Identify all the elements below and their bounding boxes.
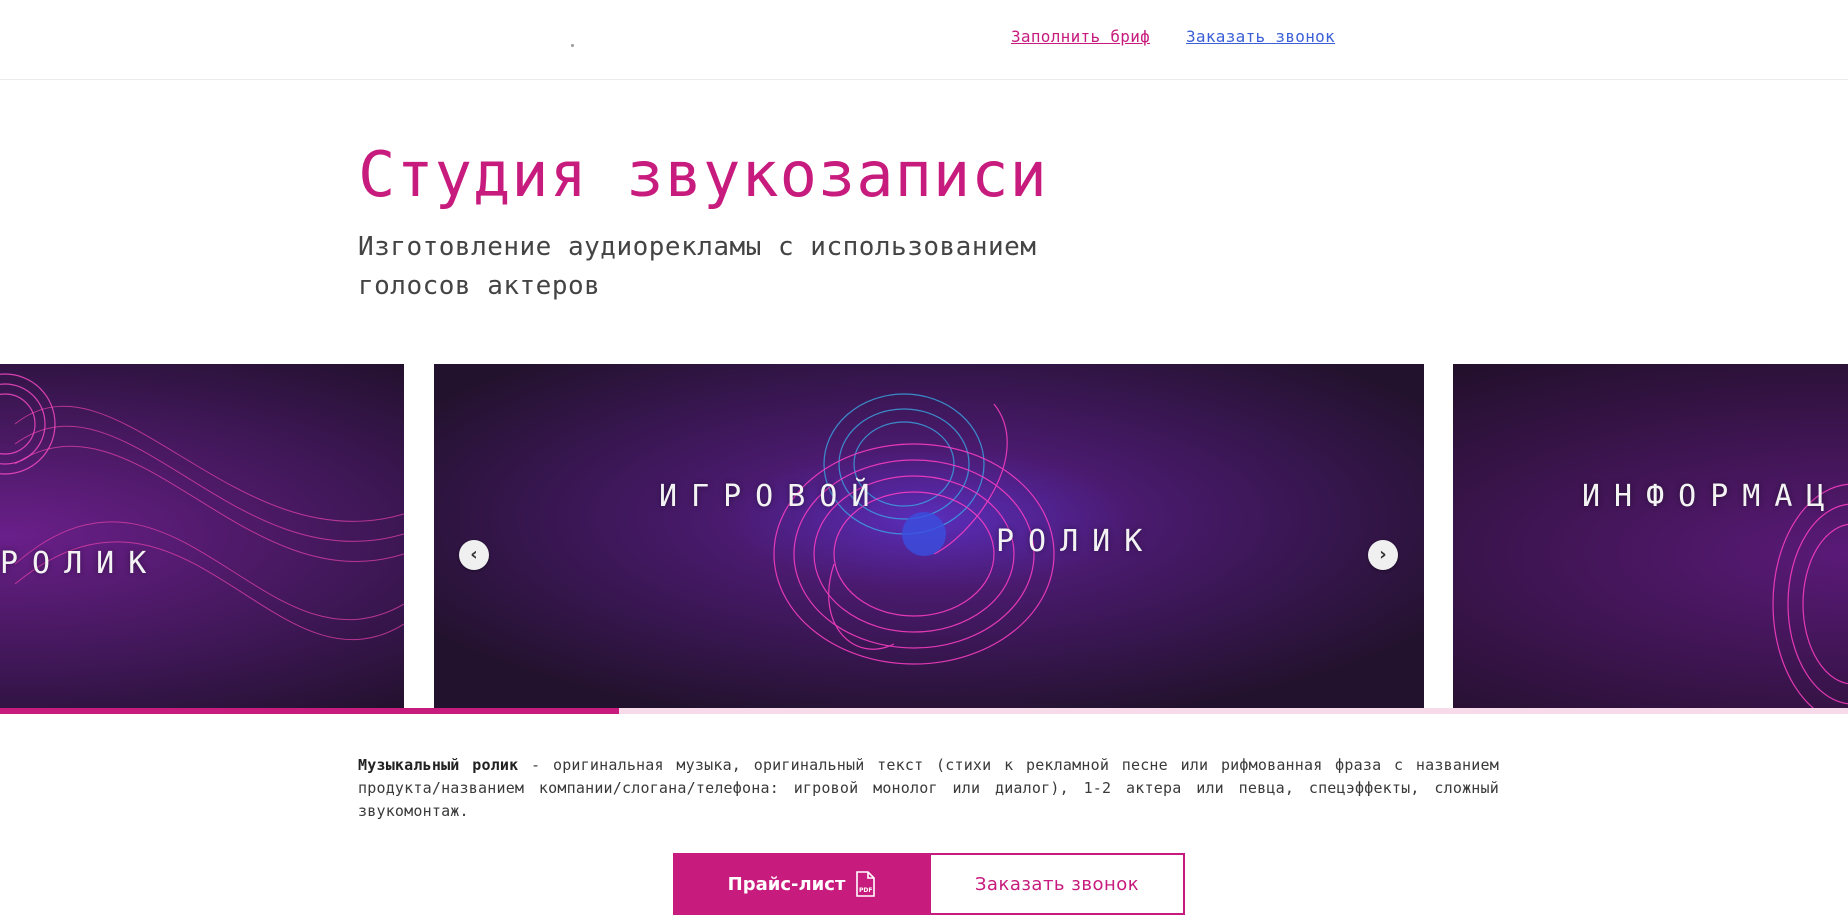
slide-current[interactable]: ИГРОВОЙ РОЛИК	[434, 364, 1424, 708]
page-subtitle: Изготовление аудиорекламы с использовани…	[358, 232, 1037, 301]
slide-background	[1453, 364, 1848, 708]
slider-next-button[interactable]: ›	[1368, 540, 1398, 570]
slide-next[interactable]: ИНФОРМАЦ	[1453, 364, 1848, 708]
description-text: - оригинальная музыка, оригинальный текс…	[358, 756, 1499, 820]
slide-word-1: ИГРОВОЙ	[659, 479, 884, 514]
fill-brief-link[interactable]: Заполнить бриф	[1011, 27, 1150, 46]
slider-prev-button[interactable]: ‹	[459, 540, 489, 570]
slide-word-2: РОЛИК	[996, 524, 1157, 559]
site-header: Заполнить бриф Заказать звонок	[0, 0, 1848, 80]
page-title: Студия звукозаписи	[358, 138, 1048, 211]
chevron-left-icon: ‹	[470, 544, 478, 565]
order-call-label: Заказать звонок	[974, 873, 1140, 895]
order-call-button[interactable]: Заказать звонок	[929, 853, 1185, 915]
slide-word-2: РОЛИК	[0, 546, 161, 581]
price-list-label: Прайс-лист	[727, 873, 846, 895]
pdf-icon: PDF	[856, 871, 876, 897]
chevron-right-icon: ›	[1379, 544, 1387, 565]
order-call-link[interactable]: Заказать звонок	[1186, 27, 1335, 46]
logo[interactable]	[571, 44, 574, 47]
pdf-badge-text: PDF	[859, 887, 872, 894]
price-list-button[interactable]: Прайс-лист PDF	[673, 853, 930, 915]
slider-progress-fill	[0, 708, 620, 714]
slide-description: Музыкальный ролик - оригинальная музыка,…	[358, 754, 1499, 823]
slide-previous[interactable]: РОЛИК	[0, 364, 404, 708]
video-slider[interactable]: РОЛИК ИГРОВОЙ РОЛИК ИНФОРМАЦ	[0, 364, 1848, 708]
slide-background	[434, 364, 1424, 708]
description-title: Музыкальный ролик	[358, 756, 519, 774]
slide-word-1: ИНФОРМАЦ	[1582, 479, 1839, 514]
slider-progress-bar	[0, 708, 1848, 714]
slide-background	[0, 364, 404, 708]
